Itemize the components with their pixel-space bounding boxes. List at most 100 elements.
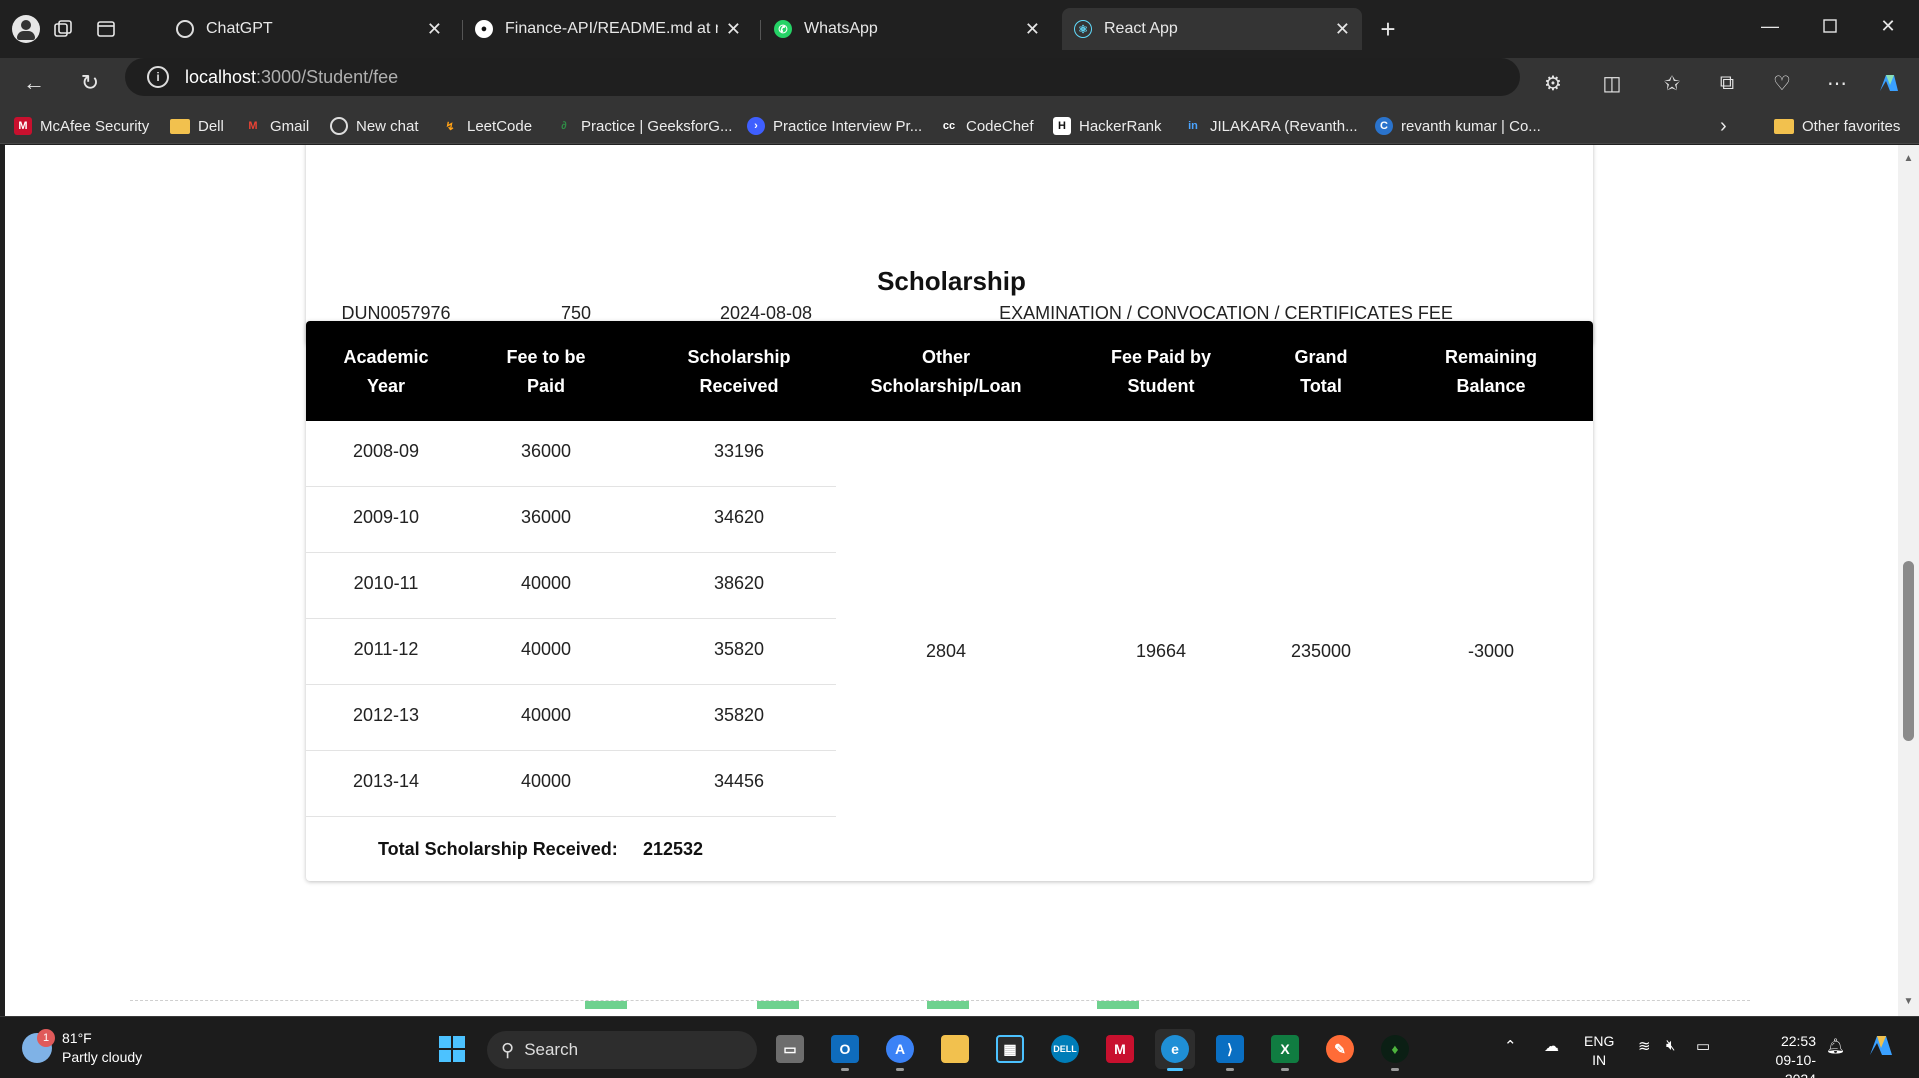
app-store-app[interactable]: A (880, 1029, 920, 1071)
mcafee-app[interactable]: M (1100, 1029, 1140, 1069)
edge-icon: e (1161, 1035, 1189, 1063)
dell-app[interactable]: DELL (1045, 1029, 1085, 1069)
favorites-overflow-chevron-icon[interactable]: › (1720, 115, 1727, 137)
maximize-icon[interactable] (1810, 10, 1850, 42)
header-other-scholarship-loan: Other Scholarship/Loan (870, 347, 1022, 396)
partly-cloudy-icon: 1 (22, 1029, 55, 1063)
tab-github[interactable]: ● Finance-API/README.md at main ✕ (463, 8, 753, 50)
favorite-coursera[interactable]: Crevanth kumar | Co... (1375, 115, 1541, 137)
table-row: 2008-09 36000 33196 (306, 421, 836, 487)
postman-icon: ✎ (1326, 1035, 1354, 1063)
chart-bar-fragment (927, 1001, 969, 1009)
mcafee-icon: M (1106, 1035, 1134, 1063)
table-row: 2011-12 40000 35820 (306, 619, 836, 685)
edge-app[interactable]: e (1155, 1029, 1195, 1071)
profile-icon[interactable] (10, 13, 42, 45)
tab-title: ChatGPT (206, 20, 273, 37)
favorite-leetcode[interactable]: ↯ LeetCode (441, 115, 532, 137)
other-favorites[interactable]: Other favorites (1774, 115, 1900, 137)
close-icon[interactable]: ✕ (1025, 19, 1040, 40)
back-icon[interactable]: ← (17, 67, 51, 99)
minimize-icon[interactable]: — (1750, 10, 1790, 42)
fee-to-be-paid: 40000 (520, 771, 572, 791)
favorites-icon[interactable]: ✩ (1655, 67, 1689, 99)
more-menu-icon[interactable]: ⋯ (1820, 67, 1854, 99)
postman-app[interactable]: ✎ (1320, 1029, 1360, 1069)
favorite-geeksforgeeks[interactable]: ∂ Practice | GeeksforG... (555, 115, 732, 137)
total-scholarship-value: 212532 (643, 839, 704, 859)
chart-bar-fragment (585, 1001, 627, 1009)
start-button[interactable] (432, 1029, 472, 1069)
scroll-down-icon[interactable]: ▼ (1903, 996, 1914, 1007)
favorite-mcafee[interactable]: M McAfee Security (14, 115, 149, 137)
search-placeholder: Search (524, 1040, 579, 1059)
header-scholarship-received: Scholarship Received (687, 347, 791, 396)
browser-essentials-icon[interactable]: ♡ (1765, 67, 1799, 99)
file-explorer-app[interactable] (935, 1029, 975, 1069)
outlook-app[interactable]: O (825, 1029, 865, 1071)
favorite-linkedin[interactable]: in JILAKARA (Revanth... (1184, 115, 1357, 137)
tab-chatgpt[interactable]: ChatGPT ✕ (164, 8, 454, 50)
weather-badge: 1 (37, 1029, 55, 1047)
scrollbar-thumb[interactable] (1903, 561, 1914, 741)
copilot-taskbar-icon[interactable] (1866, 1031, 1896, 1063)
url-text[interactable]: localhost:3000/Student/fee (185, 67, 398, 88)
scholarship-received: 35820 (713, 705, 765, 725)
show-hidden-icons-chevron-icon[interactable]: ⌃ (1504, 1037, 1517, 1055)
grand-total-value: 235000 (1290, 641, 1352, 661)
wifi-icon[interactable]: ≋ (1638, 1037, 1651, 1055)
favorite-interview[interactable]: › Practice Interview Pr... (747, 115, 922, 137)
scroll-up-icon[interactable]: ▲ (1903, 153, 1914, 164)
close-window-icon[interactable]: ✕ (1868, 10, 1908, 42)
excel-app[interactable]: X (1265, 1029, 1305, 1071)
tab-react-app[interactable]: ⚛ React App ✕ (1062, 8, 1362, 50)
onedrive-cloud-icon[interactable]: ☁ (1544, 1037, 1559, 1055)
address-bar[interactable]: i localhost:3000/Student/fee (125, 58, 1520, 96)
workspaces-icon[interactable] (47, 13, 79, 45)
fee-to-be-paid: 40000 (520, 639, 572, 659)
collections-icon[interactable]: ⧉ (1710, 67, 1744, 99)
reading-view-icon[interactable]: ◫ (1595, 67, 1629, 99)
close-icon[interactable]: ✕ (726, 19, 741, 40)
taskbar-search[interactable]: ⚲ Search (487, 1031, 757, 1069)
coursera-icon: C (1375, 117, 1393, 135)
close-icon[interactable]: ✕ (427, 19, 442, 40)
mongodb-app[interactable]: ♦ (1375, 1029, 1415, 1071)
input-language[interactable]: ENG IN (1584, 1032, 1614, 1070)
header-fee-to-be-paid: Fee to be Paid (506, 347, 586, 396)
close-icon[interactable]: ✕ (1335, 19, 1350, 40)
site-info-icon[interactable]: i (147, 66, 169, 88)
microsoft-store-app[interactable]: ▦ (990, 1029, 1030, 1069)
refresh-icon[interactable]: ↻ (73, 67, 107, 99)
tab-title: React App (1104, 20, 1178, 37)
favorite-dell[interactable]: Dell (170, 115, 224, 137)
tab-actions-icon[interactable] (90, 13, 122, 45)
linkedin-icon: in (1188, 120, 1198, 132)
favorite-new-chat[interactable]: New chat (330, 115, 419, 137)
new-tab-button[interactable]: + (1372, 13, 1404, 45)
page-scrollbar[interactable]: ▲ ▼ (1898, 145, 1919, 1016)
weather-widget[interactable]: 1 81°F Partly cloudy (22, 1029, 142, 1067)
extensions-icon[interactable]: ⚙ (1536, 67, 1570, 99)
dell-icon: DELL (1051, 1035, 1079, 1063)
system-clock[interactable]: 22:5309-10-2024 (1750, 1032, 1816, 1078)
favorite-hackerrank[interactable]: H HackerRank (1053, 115, 1162, 137)
copilot-icon[interactable] (1872, 67, 1906, 99)
task-view-app[interactable]: ▭ (770, 1029, 810, 1069)
interview-icon: › (747, 117, 765, 135)
whatsapp-icon: ✆ (774, 20, 792, 38)
academic-year: 2010-11 (353, 573, 419, 593)
tab-whatsapp[interactable]: ✆ WhatsApp ✕ (762, 8, 1052, 50)
scholarship-table: Academic Year Fee to be Paid Scholarship Re… (306, 321, 1593, 881)
notification-bell-icon[interactable]: 🔔︎ (1826, 1037, 1845, 1055)
volume-muted-icon[interactable]: 🔇︎ (1666, 1037, 1675, 1054)
vscode-icon: ⟩ (1216, 1035, 1244, 1063)
fee-to-be-paid: 40000 (520, 573, 572, 593)
favorite-codechef[interactable]: cc CodeChef (940, 115, 1034, 137)
battery-icon[interactable]: ▭ (1696, 1037, 1710, 1055)
mongodb-leaf-icon: ♦ (1381, 1035, 1409, 1063)
folder-icon (941, 1035, 969, 1063)
vscode-app[interactable]: ⟩ (1210, 1029, 1250, 1071)
favorite-gmail[interactable]: M Gmail (244, 115, 309, 137)
header-fee-paid-by-student: Fee Paid by Student (1110, 347, 1212, 396)
